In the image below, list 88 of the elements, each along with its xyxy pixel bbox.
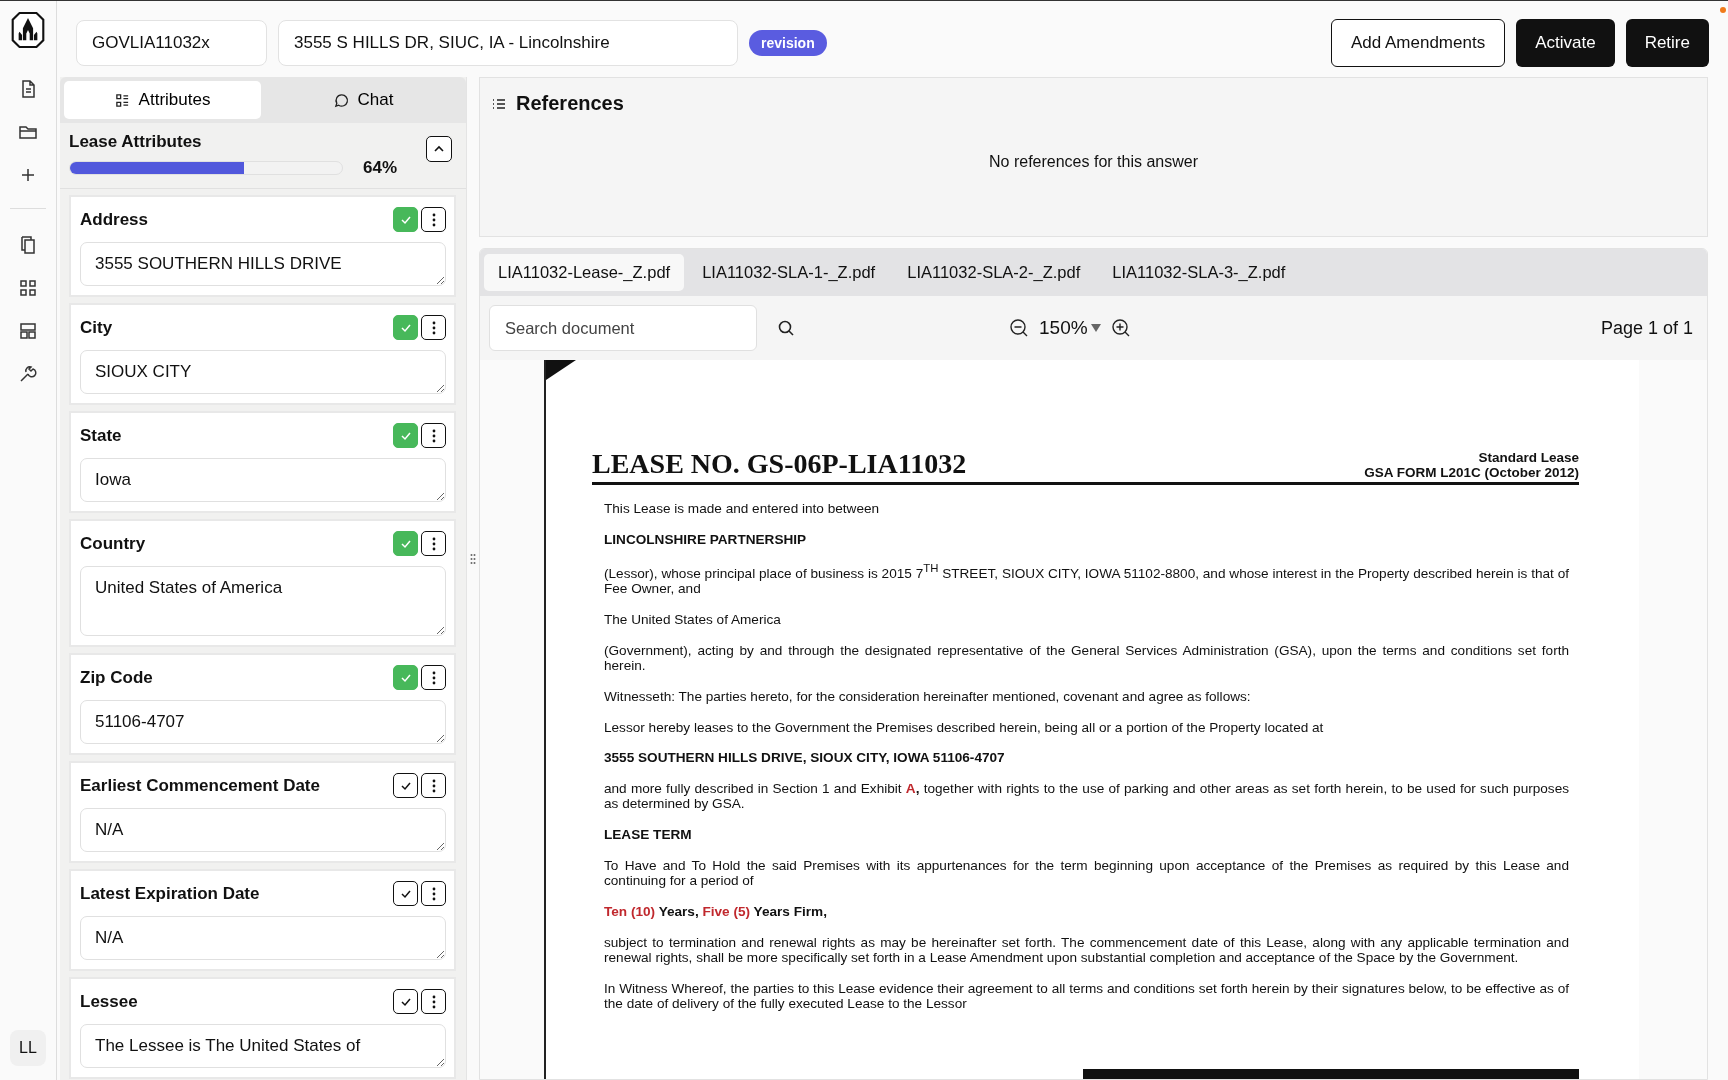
references-title: References — [516, 92, 624, 115]
attribute-field[interactable]: N/A — [80, 808, 446, 852]
more-button[interactable] — [421, 881, 446, 906]
status-badge: revision — [749, 30, 827, 56]
layout-icon[interactable] — [18, 321, 38, 341]
document-paragraph: To Have and To Hold the said Premises with its appurtenances for the term beginning upon acceptance of the Premises as required by this Lease and continuing for a period of — [604, 857, 1569, 889]
attribute-label: Zip Code — [80, 667, 154, 688]
panel-tab[interactable]: Attributes — [64, 81, 261, 119]
page-indicator: Page 1 of 1 — [1600, 317, 1693, 339]
scan-corner-mark — [546, 360, 576, 380]
more-button[interactable] — [421, 773, 446, 798]
form-label: Standard Lease — [1478, 450, 1579, 465]
approve-button[interactable] — [393, 989, 418, 1014]
search-field[interactable]: Search document — [489, 305, 757, 351]
secondary-button[interactable]: Add Amendments — [1330, 19, 1506, 67]
notification-dot — [1720, 7, 1726, 13]
document-paragraph: Witnesseth: The parties hereto, for the consideration hereinafter mentioned, covenant and agree as follows: — [604, 688, 1252, 705]
attribute-label: Latest Expiration Date — [80, 883, 261, 904]
collapse-button[interactable] — [426, 136, 452, 162]
logo-icon[interactable] — [11, 11, 45, 49]
document-paragraph: The United States of America — [604, 612, 782, 628]
document-paragraph: Ten (10) Years, Five (5) Years Firm, — [604, 903, 828, 920]
section-title: Lease Attributes — [69, 132, 202, 152]
chat-icon — [333, 92, 349, 108]
approve-button[interactable] — [393, 881, 418, 906]
more-icon — [431, 320, 436, 335]
more-icon — [431, 536, 436, 551]
document-paragraph: 3555 SOUTHERN HILLS DRIVE, SIOUX CITY, IOWA 51106-4707 — [604, 750, 1006, 766]
file-tab[interactable]: LIA11032-Lease-_Z.pdf — [484, 254, 685, 291]
caret-icon — [1090, 324, 1101, 332]
more-button[interactable] — [421, 665, 446, 690]
document-paragraph: and more fully described in Section 1 and Exhibit A, together with rights to the use of parking and other areas as set forth herein, to be used for such purposes as determined by GSA. — [604, 780, 1569, 813]
attribute-field[interactable]: N/A — [80, 916, 446, 960]
document-paragraph: LINCOLNSHIRE PARTNERSHIP — [604, 531, 808, 548]
record-id-field[interactable]: GOVLIA11032x — [76, 20, 267, 66]
attribute-field[interactable]: Iowa — [80, 458, 446, 502]
more-icon — [431, 428, 436, 443]
list-icon — [114, 92, 130, 108]
approve-button[interactable] — [393, 773, 418, 798]
document-paragraph: In Witness Whereof, the parties to this Lease evidence their agreement to all terms and conditions set forth herein by their signatures below, to be effective as of the date of delivery of the fully executed Lease to the Lessor — [604, 980, 1569, 1013]
document-title: LEASE NO. GS-06P-LIA11032 — [592, 448, 967, 480]
more-icon — [431, 670, 436, 685]
more-icon — [431, 212, 436, 227]
document-paragraph: LEASE TERM — [604, 827, 693, 843]
document-paragraph: This Lease is made and entered into between — [604, 501, 881, 517]
file-tab[interactable]: LIA11032-SLA-1-_Z.pdf — [688, 254, 890, 291]
action-button[interactable]: Activate — [1516, 19, 1615, 67]
more-icon — [431, 778, 436, 793]
zoom-out-icon[interactable] — [1009, 318, 1029, 338]
attribute-label: Earliest Commencement Date — [80, 775, 321, 796]
grid-icon[interactable] — [18, 278, 38, 298]
file-tab[interactable]: LIA11032-SLA-3-_Z.pdf — [1098, 254, 1300, 291]
document-paragraph: (Lessor), whose principal place of business is 2015 7$^{TH}$ STREET, SIOUX CITY, IOWA 51102-8800, and whose interest in the Property described herein is that of Fee Owner, and — [604, 562, 1569, 598]
attribute-field[interactable]: 3555 SOUTHERN HILLS DRIVE — [80, 242, 446, 286]
attribute-field[interactable]: 51106-4707 — [80, 700, 446, 744]
more-icon — [431, 994, 436, 1009]
wrench-icon[interactable] — [18, 364, 38, 384]
user-avatar[interactable]: LL — [10, 1030, 46, 1066]
document-paragraph: subject to termination and renewal rights as may be hereinafter set forth. The commencement date of this Lease, along with any applicable termination and renewal rights, shall be more specifically set forth in a Lease Amendment upon substantial completion and acceptance of the Space by the Government. — [604, 934, 1569, 966]
attribute-field[interactable]: The Lessee is The United States of — [80, 1024, 446, 1068]
zoom-in-icon[interactable] — [1110, 318, 1131, 338]
address-field[interactable]: 3555 S HILLS DR, SIUC, IA - Lincolnshire — [278, 20, 738, 66]
list-icon — [492, 97, 506, 110]
progress-percent: 64% — [363, 158, 398, 178]
file-tab[interactable]: LIA11032-SLA-2-_Z.pdf — [893, 254, 1095, 291]
resize-handle[interactable] — [470, 552, 476, 565]
more-button[interactable] — [421, 989, 446, 1014]
attribute-label: Lessee — [80, 991, 139, 1012]
more-icon — [431, 886, 436, 901]
attribute-label: State — [80, 425, 123, 446]
empty-message: No references for this answer — [988, 153, 1199, 171]
more-button[interactable] — [421, 423, 446, 448]
copy-icon[interactable] — [18, 235, 38, 255]
attribute-field[interactable]: United States of America — [80, 566, 446, 636]
zoom-dropdown[interactable]: 150% — [1039, 317, 1101, 339]
search-icon[interactable] — [777, 319, 795, 337]
attribute-label: Country — [80, 533, 147, 554]
attribute-field[interactable]: SIOUX CITY — [80, 350, 446, 394]
attribute-label: City — [80, 317, 114, 338]
document-paragraph: Lessor hereby leases to the Government the Premises described herein, being all or a portion of the Property located at — [604, 719, 1325, 736]
form-number: GSA FORM L201C (October 2012) — [1364, 465, 1579, 480]
document-paragraph: (Government), acting by and through the designated representative of the General Services Administration (GSA), upon the terms and conditions set forth herein. — [604, 642, 1569, 674]
panel-tab[interactable]: Chat — [265, 81, 462, 119]
attribute-label: Address — [80, 209, 150, 230]
more-button[interactable] — [421, 207, 446, 232]
more-button[interactable] — [421, 531, 446, 556]
action-button[interactable]: Retire — [1625, 19, 1709, 67]
more-button[interactable] — [421, 315, 446, 340]
